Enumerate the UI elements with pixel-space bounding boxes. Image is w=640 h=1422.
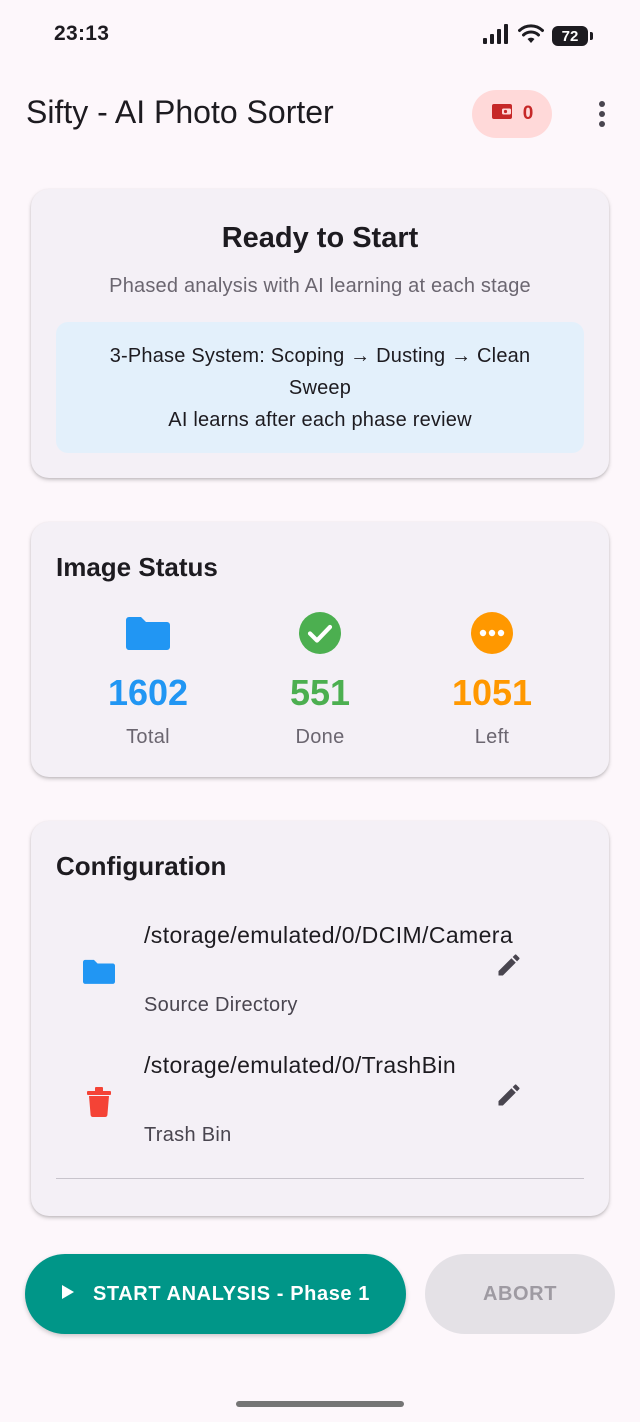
trash-bin-label: Trash Bin	[144, 1124, 232, 1146]
phase-info-line2: AI learns after each phase review	[168, 409, 472, 431]
credits-button[interactable]: 0	[472, 90, 552, 138]
start-analysis-label: START ANALYSIS - Phase 1	[92, 1282, 371, 1305]
image-status-card: Image Status 1602 Total 551 Done 1051 Le…	[31, 522, 609, 777]
play-icon	[61, 1283, 75, 1306]
divider	[56, 1178, 584, 1179]
battery-indicator: 72	[552, 26, 593, 46]
ready-subtitle: Phased analysis with AI learning at each…	[109, 275, 531, 297]
stat-total: 1602 Total	[73, 612, 223, 749]
trash-bin-row[interactable]: /storage/emulated/0/TrashBin Trash Bin	[31, 1047, 609, 1162]
wallet-icon	[491, 101, 513, 127]
stat-value: 551	[289, 672, 351, 713]
battery-level: 72	[561, 27, 579, 45]
edit-icon	[495, 951, 523, 984]
abort-button[interactable]: ABORT	[425, 1254, 615, 1334]
status-time: 23:13	[54, 22, 110, 45]
image-status-title: Image Status	[56, 552, 218, 582]
source-directory-path: /storage/emulated/0/DCIM/Camera	[144, 922, 514, 948]
stat-label: Done	[295, 726, 345, 748]
edit-icon	[495, 1081, 523, 1114]
signal-icon	[482, 23, 510, 49]
source-directory-label: Source Directory	[144, 994, 298, 1016]
stat-left: 1051 Left	[417, 612, 567, 749]
check-circle-icon	[245, 612, 395, 654]
more-options-button[interactable]	[588, 98, 616, 134]
folder-icon	[83, 959, 115, 989]
home-indicator[interactable]	[236, 1401, 404, 1407]
configuration-title: Configuration	[56, 851, 227, 881]
folder-icon	[73, 612, 223, 654]
status-icons: 72	[482, 22, 593, 50]
phase-info-line1: 3-Phase System: Scoping → Dusting → Clea…	[109, 345, 531, 399]
configuration-card: Configuration /storage/emulated/0/DCIM/C…	[31, 821, 609, 1216]
edit-trash-button[interactable]	[493, 1081, 525, 1113]
trash-icon	[87, 1087, 111, 1122]
stat-value: 1602	[107, 672, 189, 713]
more-circle-icon	[417, 612, 567, 654]
stat-label: Total	[126, 726, 170, 748]
edit-source-button[interactable]	[493, 951, 525, 983]
stat-label: Left	[474, 726, 510, 748]
source-directory-row[interactable]: /storage/emulated/0/DCIM/Camera Source D…	[31, 917, 609, 1032]
stat-value: 1051	[451, 672, 533, 713]
app-title: Sifty - AI Photo Sorter	[26, 94, 334, 130]
trash-bin-path: /storage/emulated/0/TrashBin	[144, 1052, 457, 1078]
credits-count: 0	[522, 103, 534, 124]
more-vert-icon	[598, 100, 606, 133]
ready-card: Ready to Start Phased analysis with AI l…	[31, 189, 609, 478]
start-analysis-button[interactable]: START ANALYSIS - Phase 1	[25, 1254, 406, 1334]
ready-title: Ready to Start	[221, 222, 419, 254]
abort-label: ABORT	[482, 1282, 558, 1305]
stat-done: 551 Done	[245, 612, 395, 749]
phase-info-box: 3-Phase System: Scoping → Dusting → Clea…	[56, 322, 584, 453]
wifi-icon	[518, 23, 544, 49]
